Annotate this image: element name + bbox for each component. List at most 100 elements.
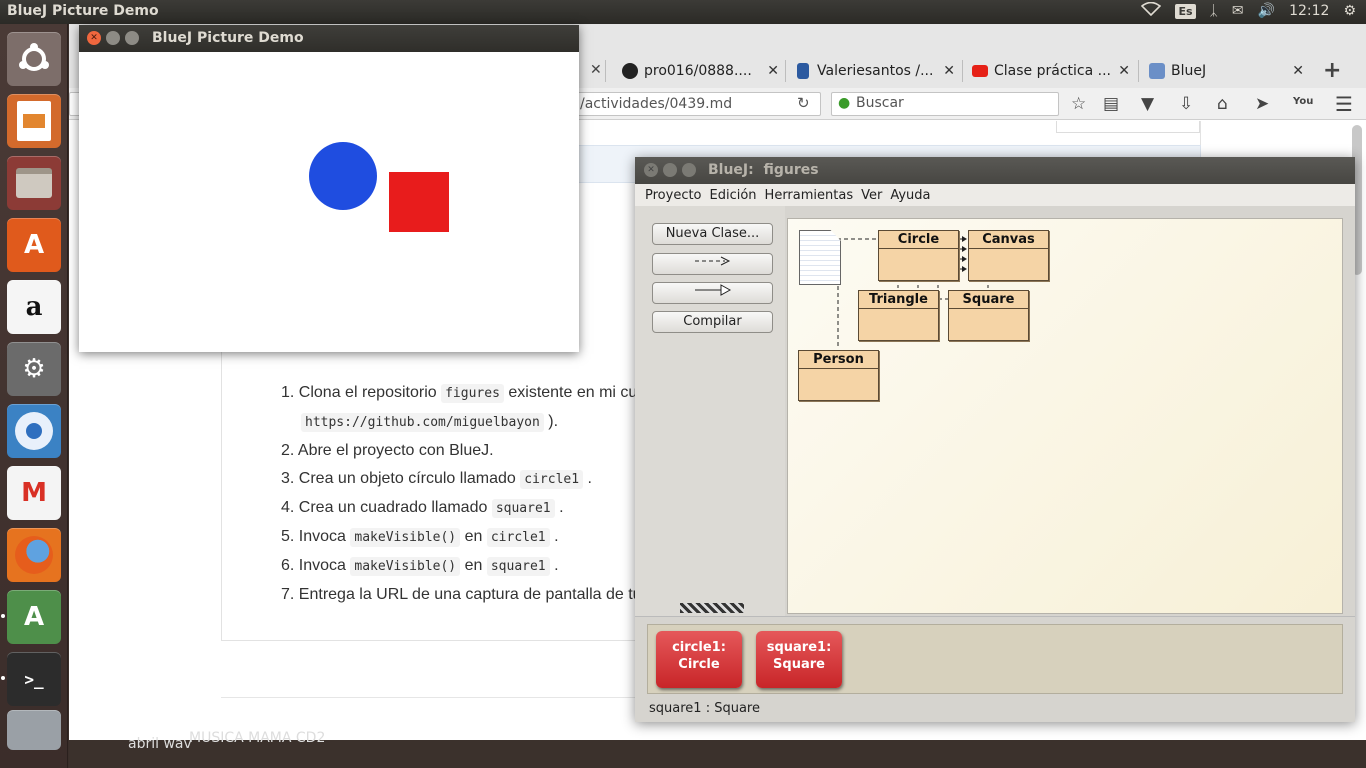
close-icon[interactable]: ✕ bbox=[644, 163, 658, 177]
object-square1[interactable]: square1: Square bbox=[756, 631, 842, 688]
compile-button[interactable]: Compilar bbox=[652, 311, 773, 333]
search-placeholder: Buscar bbox=[856, 95, 904, 111]
clock[interactable]: 12:12 bbox=[1289, 3, 1329, 19]
bluej-project-window: ✕ BlueJ: figures Proyecto Edición Herram… bbox=[635, 157, 1355, 722]
menu-ayuda[interactable]: Ayuda bbox=[890, 188, 930, 203]
new-class-button[interactable]: Nueva Clase... bbox=[652, 223, 773, 245]
close-icon[interactable]: ✕ bbox=[590, 62, 602, 78]
active-window-title: BlueJ Picture Demo bbox=[7, 3, 159, 19]
class-square[interactable]: Square bbox=[948, 290, 1029, 341]
bluetooth-icon[interactable]: ᛣ bbox=[1210, 3, 1218, 19]
software-center-icon[interactable]: A bbox=[7, 218, 61, 272]
youtube-addon-icon[interactable]: You bbox=[1293, 96, 1313, 107]
list-item: 2. Abre el proyecto con BlueJ. bbox=[281, 442, 494, 459]
maximize-icon[interactable] bbox=[125, 31, 139, 45]
url-text: /actividades/0439.md bbox=[580, 96, 733, 112]
new-tab-button[interactable]: + bbox=[1323, 58, 1341, 83]
class-triangle[interactable]: Triangle bbox=[858, 290, 939, 341]
hamburger-menu-icon[interactable]: ☰ bbox=[1335, 92, 1353, 116]
tab-github[interactable]: pro016/0888.... ✕ bbox=[622, 56, 779, 86]
keyboard-layout-indicator[interactable]: Es bbox=[1175, 3, 1196, 19]
class-canvas[interactable]: Canvas bbox=[968, 230, 1049, 281]
close-icon[interactable]: ✕ bbox=[1292, 63, 1304, 79]
class-diagram: Circle Canvas Triangle Square Person bbox=[787, 218, 1343, 614]
running-indicator bbox=[1, 676, 5, 680]
menu-herramientas[interactable]: Herramientas bbox=[765, 188, 854, 203]
gear-icon[interactable]: ⚙ bbox=[1343, 3, 1356, 19]
terminal-icon[interactable]: >_ bbox=[7, 652, 61, 706]
object-type: Square bbox=[773, 657, 825, 672]
removable-drive-icon[interactable] bbox=[7, 710, 61, 750]
repo-url-code[interactable]: https://github.com/miguelbayon bbox=[301, 413, 544, 432]
close-icon[interactable]: ✕ bbox=[87, 31, 101, 45]
running-indicator bbox=[1, 614, 5, 618]
system-settings-icon[interactable]: ⚙ bbox=[7, 342, 61, 396]
home-icon[interactable]: ⌂ bbox=[1217, 94, 1228, 114]
tab-separator bbox=[1138, 60, 1139, 82]
volume-icon[interactable]: 🔊 bbox=[1258, 3, 1275, 19]
close-icon[interactable]: ✕ bbox=[943, 63, 955, 79]
window-title: BlueJ Picture Demo bbox=[152, 30, 304, 46]
object-bench: circle1: Circle square1: Square bbox=[647, 624, 1343, 694]
tab-valeriesantos[interactable]: Valeriesantos /... ✕ bbox=[797, 56, 955, 86]
tab-bluej[interactable]: BlueJ ✕ bbox=[1149, 56, 1304, 86]
inline-code: makeVisible() bbox=[350, 557, 461, 576]
list-item: 7. Entrega la URL de una captura de pant… bbox=[281, 586, 642, 603]
class-circle[interactable]: Circle bbox=[878, 230, 959, 281]
object-name: square1: bbox=[766, 640, 832, 655]
bluej-icon bbox=[1149, 63, 1165, 79]
chromium-icon[interactable] bbox=[7, 404, 61, 458]
tab-separator bbox=[605, 60, 606, 82]
object-circle1[interactable]: circle1: Circle bbox=[656, 631, 742, 688]
dependency-lines bbox=[830, 236, 989, 349]
search-input[interactable]: ● Buscar bbox=[831, 92, 1059, 116]
panel-splitter[interactable] bbox=[635, 616, 1355, 622]
maximize-icon[interactable] bbox=[682, 163, 696, 177]
wifi-icon[interactable] bbox=[1141, 1, 1162, 20]
minimize-icon[interactable] bbox=[663, 163, 677, 177]
reload-icon[interactable]: ↻ bbox=[797, 94, 810, 112]
tab-label: pro016/0888.... bbox=[644, 63, 752, 79]
window-titlebar[interactable]: ✕ BlueJ Picture Demo bbox=[79, 25, 579, 52]
desktop-file-label[interactable]: MUSICA MAMA CD2 bbox=[189, 730, 325, 746]
menu-ver[interactable]: Ver bbox=[861, 188, 882, 203]
list-item: 1. Clona el repositorio figures existent… bbox=[281, 384, 638, 403]
page-button-group[interactable] bbox=[1056, 121, 1200, 133]
window-titlebar[interactable]: ✕ BlueJ: figures bbox=[635, 157, 1355, 184]
download-icon[interactable]: ⇩ bbox=[1179, 94, 1193, 114]
inline-code: circle1 bbox=[486, 528, 550, 547]
reading-list-icon[interactable]: ▤ bbox=[1103, 94, 1119, 114]
system-tray: Es ᛣ ✉ 🔊 12:12 ⚙ bbox=[1141, 1, 1356, 20]
inherits-arrow-button[interactable] bbox=[652, 282, 773, 304]
readme-document-icon[interactable] bbox=[799, 230, 841, 285]
gmail-icon[interactable]: M bbox=[7, 466, 61, 520]
desktop-file-label[interactable]: abril wav bbox=[128, 736, 192, 752]
menu-proyecto[interactable]: Proyecto bbox=[645, 188, 702, 203]
uses-arrow-button[interactable] bbox=[652, 253, 773, 275]
close-icon[interactable]: ✕ bbox=[767, 63, 779, 79]
list-item: 5. Invoca makeVisible() en circle1 . bbox=[281, 528, 559, 547]
send-icon[interactable]: ➤ bbox=[1255, 94, 1269, 114]
impress-icon[interactable] bbox=[7, 94, 61, 148]
files-icon[interactable] bbox=[7, 156, 61, 210]
launcher: A a ⚙ M A >_ bbox=[0, 24, 68, 768]
minimize-icon[interactable] bbox=[106, 31, 120, 45]
amazon-icon[interactable]: a bbox=[7, 280, 61, 334]
picture-canvas bbox=[79, 52, 579, 352]
update-manager-icon[interactable]: A bbox=[7, 590, 61, 644]
ubuntu-home-icon[interactable] bbox=[7, 32, 61, 86]
class-person[interactable]: Person bbox=[798, 350, 879, 401]
firefox-icon[interactable] bbox=[7, 528, 61, 582]
top-panel: BlueJ Picture Demo Es ᛣ ✉ 🔊 12:12 ⚙ bbox=[0, 0, 1366, 24]
picture-demo-window: ✕ BlueJ Picture Demo bbox=[79, 25, 579, 352]
menu-edicion[interactable]: Edición bbox=[710, 188, 757, 203]
tab-clase-practica[interactable]: Clase práctica ... ✕ bbox=[972, 56, 1130, 86]
inline-code: circle1 bbox=[520, 470, 584, 489]
bookmark-star-icon[interactable]: ☆ bbox=[1071, 94, 1086, 114]
blue-circle-shape bbox=[309, 142, 377, 210]
close-icon[interactable]: ✕ bbox=[1118, 63, 1130, 79]
tab-label: Clase práctica ... bbox=[994, 63, 1111, 79]
search-engine-icon[interactable]: ● bbox=[838, 95, 850, 111]
pocket-icon[interactable]: ▼ bbox=[1141, 94, 1154, 114]
mail-icon[interactable]: ✉ bbox=[1232, 3, 1244, 19]
